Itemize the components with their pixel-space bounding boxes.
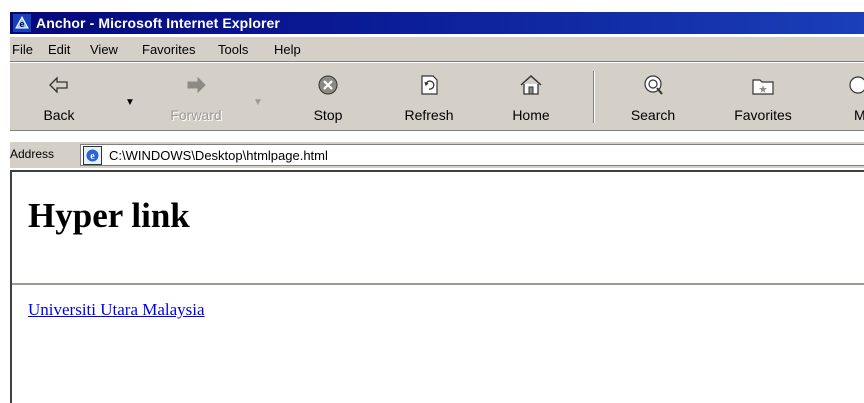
svg-text:e: e (90, 151, 95, 162)
refresh-icon (421, 75, 438, 95)
menu-help-label: Help (274, 42, 301, 57)
favorites-label: Favorites (734, 107, 792, 123)
forward-arrow-icon (187, 76, 206, 94)
forward-dropdown-icon[interactable]: ▼ (253, 97, 263, 108)
menu-edit[interactable]: Edit (48, 42, 70, 57)
stop-button[interactable]: Stop (293, 67, 363, 127)
search-label: Search (630, 107, 676, 123)
menu-edit-label: Edit (48, 42, 71, 57)
refresh-label: Refresh (404, 107, 454, 123)
browser-window: e Anchor - Microsoft Internet Explorer F… (0, 0, 864, 403)
back-label: Back (43, 107, 75, 123)
menu-favorites[interactable]: Favorites (142, 42, 195, 57)
media-button[interactable]: M (832, 67, 864, 127)
forward-button[interactable]: Forward (161, 67, 231, 127)
search-button[interactable]: Search (618, 67, 688, 127)
forward-label: Forward (170, 107, 222, 123)
favorites-button[interactable]: Favorites (728, 67, 798, 127)
home-label: Home (512, 107, 550, 123)
title-bar[interactable]: e Anchor - Microsoft Internet Explorer (10, 12, 864, 34)
ie-app-icon: e (13, 14, 31, 32)
media-icon (849, 76, 864, 94)
home-button[interactable]: Home (496, 67, 566, 127)
page-heading: Hyper link (28, 196, 190, 235)
address-input[interactable]: e C:\WINDOWS\Desktop\htmlpage.html (80, 144, 864, 166)
menu-file[interactable]: File (12, 42, 33, 57)
menu-tools-label: Tools (218, 42, 249, 57)
page-content: Hyper link Universiti Utara Malaysia (10, 170, 864, 403)
back-arrow-icon (49, 76, 68, 94)
stop-icon (318, 75, 338, 95)
favorites-folder-icon (752, 79, 774, 95)
search-icon (644, 75, 663, 95)
window-title: Anchor - Microsoft Internet Explorer (36, 15, 280, 31)
toolbar-separator (593, 71, 595, 123)
refresh-button[interactable]: Refresh (394, 67, 464, 127)
menu-file-label: File (12, 42, 33, 57)
page-icon: e (83, 146, 102, 165)
address-url: C:\WINDOWS\Desktop\htmlpage.html (109, 148, 328, 163)
menu-view[interactable]: View (90, 42, 118, 57)
back-dropdown-icon[interactable]: ▼ (125, 97, 135, 108)
address-bar: Address e C:\WINDOWS\Desktop\htmlpage.ht… (10, 141, 864, 168)
stop-label: Stop (313, 107, 343, 123)
home-icon (520, 74, 542, 95)
menu-help[interactable]: Help (274, 42, 301, 57)
menu-view-label: View (90, 42, 118, 57)
menu-bar: File Edit View Favorites Tools Help (10, 36, 864, 62)
address-label: Address (10, 147, 55, 161)
horizontal-rule (12, 283, 864, 285)
media-label: M (854, 107, 864, 123)
menu-tools[interactable]: Tools (218, 42, 248, 57)
back-button[interactable]: Back (24, 67, 94, 127)
svg-text:e: e (19, 19, 24, 29)
menu-favorites-label: Favorites (142, 42, 196, 57)
hyperlink[interactable]: Universiti Utara Malaysia (28, 300, 205, 320)
standard-toolbar: Back ▼ Forward ▼ Stop Refresh Home Searc… (10, 63, 864, 131)
